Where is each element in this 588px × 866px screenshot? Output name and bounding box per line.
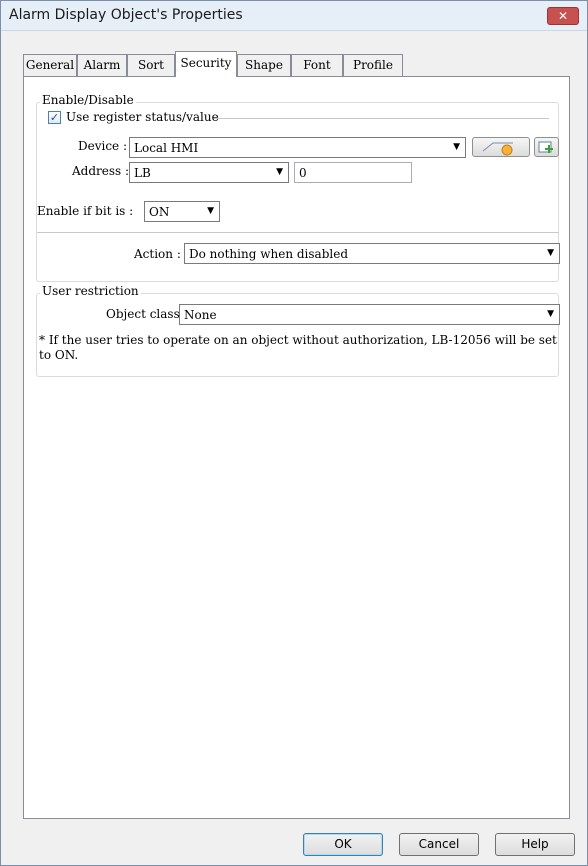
enable-bit-label: Enable if bit is : <box>37 204 134 218</box>
tab-label: Font <box>303 58 331 72</box>
authorization-note: * If the user tries to operate on an obj… <box>39 333 557 362</box>
tab-sort[interactable]: Sort <box>127 54 175 76</box>
title-bar[interactable]: Alarm Display Object's Properties ✕ <box>1 1 587 31</box>
close-button[interactable]: ✕ <box>547 7 579 25</box>
tab-profile[interactable]: Profile <box>343 54 403 76</box>
tab-font[interactable]: Font <box>291 54 343 76</box>
separator <box>37 232 559 233</box>
chevron-down-icon: ▼ <box>453 142 460 152</box>
ok-button[interactable]: OK <box>303 833 383 856</box>
chevron-down-icon: ▼ <box>547 248 554 258</box>
action-value: Do nothing when disabled <box>189 247 349 261</box>
tab-label: General <box>25 58 75 72</box>
tab-label: Security <box>180 56 232 70</box>
chevron-down-icon: ▼ <box>207 206 214 216</box>
dialog-title: Alarm Display Object's Properties <box>9 7 243 23</box>
security-tab-panel: Enable/Disable ✓ Use register status/val… <box>23 76 570 819</box>
tab-label: Alarm <box>83 58 121 72</box>
tab-general[interactable]: General <box>23 54 77 76</box>
action-select[interactable]: Do nothing when disabled ▼ <box>184 243 560 264</box>
tab-label: Profile <box>353 58 393 72</box>
address-type-select[interactable]: LB ▼ <box>129 162 289 183</box>
check-mark-icon: ✓ <box>49 111 60 124</box>
tab-security[interactable]: Security <box>175 51 237 77</box>
chevron-down-icon: ▼ <box>276 167 283 177</box>
object-class-select[interactable]: None ▼ <box>179 304 560 325</box>
use-register-label: Use register status/value <box>66 110 219 124</box>
enable-disable-legend: Enable/Disable <box>40 93 136 107</box>
address-value: 0 <box>299 166 307 180</box>
address-input[interactable]: 0 <box>294 162 412 183</box>
tab-alarm[interactable]: Alarm <box>77 54 127 76</box>
properties-dialog: Alarm Display Object's Properties ✕ Gene… <box>0 0 588 866</box>
separator <box>214 118 549 119</box>
help-button[interactable]: Help <box>495 833 575 856</box>
add-device-button[interactable] <box>534 137 559 157</box>
tab-label: Shape <box>245 58 283 72</box>
address-type-value: LB <box>134 166 151 180</box>
user-restriction-legend: User restriction <box>40 284 141 298</box>
tab-shape[interactable]: Shape <box>237 54 291 76</box>
tab-label: Sort <box>137 58 164 72</box>
gear-icon <box>482 142 513 156</box>
address-label: Address : <box>72 164 130 178</box>
device-value: Local HMI <box>134 141 199 155</box>
device-select[interactable]: Local HMI ▼ <box>129 137 466 158</box>
object-class-value: None <box>184 308 217 322</box>
device-label: Device : <box>78 139 128 153</box>
device-settings-button[interactable] <box>472 137 530 157</box>
chevron-down-icon: ▼ <box>547 309 554 319</box>
use-register-checkbox[interactable]: ✓ <box>48 111 61 124</box>
enable-bit-select[interactable]: ON ▼ <box>144 201 220 222</box>
cancel-button[interactable]: Cancel <box>399 833 479 856</box>
object-class-label: Object class : <box>106 307 188 321</box>
action-label: Action : <box>134 247 181 261</box>
enable-bit-value: ON <box>149 205 170 219</box>
close-icon: ✕ <box>557 9 569 23</box>
plus-icon <box>538 141 553 153</box>
